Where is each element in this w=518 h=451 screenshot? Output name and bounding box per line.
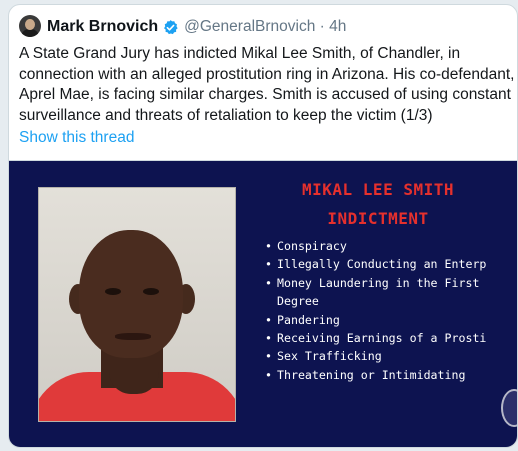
tweet-media-image[interactable]: MIKAL LEE SMITH INDICTMENT Conspiracy Il…: [9, 160, 517, 447]
mugshot-mouth: [115, 333, 151, 340]
charges-list: Conspiracy Illegally Conducting an Enter…: [263, 237, 517, 385]
avatar-face: [25, 19, 35, 30]
charge-item: Illegally Conducting an Enterp: [263, 255, 517, 274]
mugshot-eye-left: [105, 288, 121, 295]
charge-item: Conspiracy: [263, 237, 517, 256]
charge-item: Pandering: [263, 311, 517, 330]
verified-badge-icon: [164, 19, 178, 34]
charge-item: Sex Trafficking: [263, 347, 517, 366]
media-title-indictment: INDICTMENT: [327, 209, 429, 228]
tweet-card[interactable]: Mark Brnovich @GeneralBrnovich · 4h A St…: [8, 4, 518, 448]
charge-item: Money Laundering in the First: [263, 274, 517, 293]
show-thread-link[interactable]: Show this thread: [19, 128, 134, 148]
avatar[interactable]: [19, 15, 41, 37]
tweet-text: A State Grand Jury has indicted Mikal Le…: [19, 45, 515, 124]
avatar-suit: [21, 29, 39, 37]
mugshot-photo: [38, 187, 236, 422]
charge-item: Receiving Earnings of a Prosti: [263, 329, 517, 348]
seal-icon: [501, 389, 517, 427]
tweet-header: Mark Brnovich @GeneralBrnovich · 4h: [47, 17, 346, 37]
author-name[interactable]: Mark Brnovich: [47, 17, 158, 37]
author-handle-time[interactable]: @GeneralBrnovich · 4h: [184, 17, 346, 37]
media-title-name: MIKAL LEE SMITH: [302, 180, 454, 199]
charge-item: Threatening or Intimidating: [263, 366, 517, 385]
charge-item-continuation: Degree: [277, 294, 319, 309]
mugshot-eye-right: [143, 288, 159, 295]
